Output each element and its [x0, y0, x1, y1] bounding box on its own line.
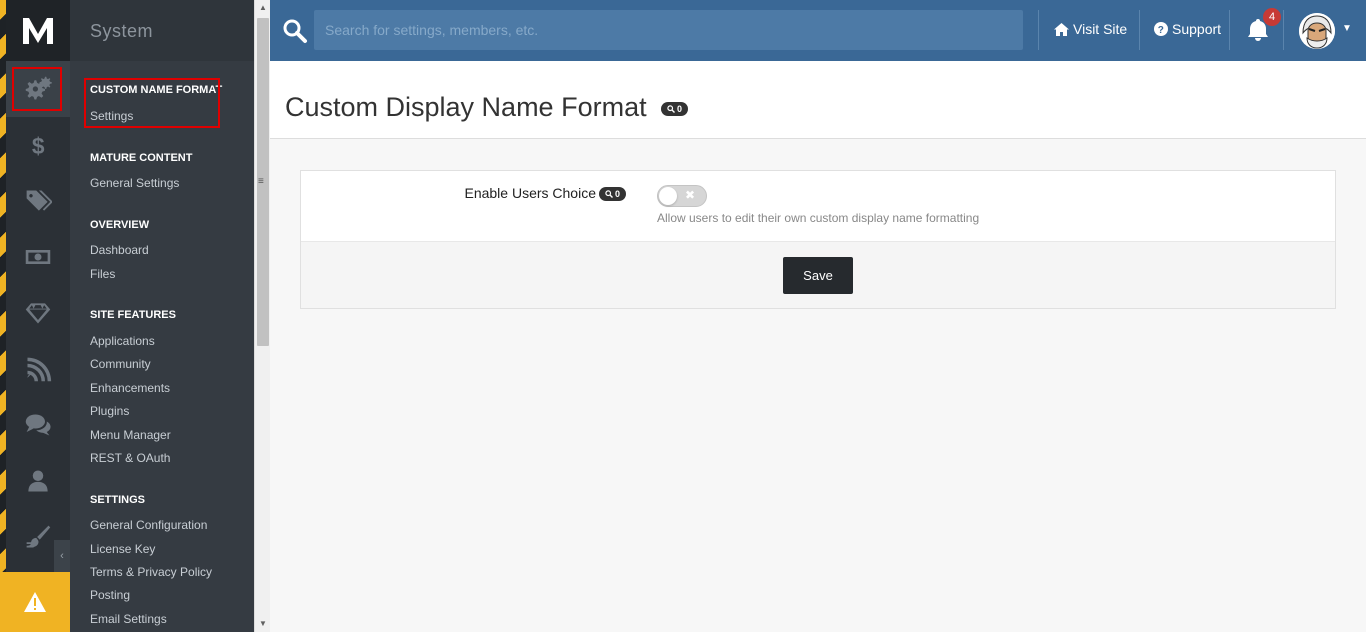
enable-users-choice-toggle[interactable]: ✖ [657, 185, 707, 207]
field-search-keywords-badge[interactable]: 0 [599, 187, 627, 201]
rail-feeds-button[interactable] [6, 341, 70, 397]
submenu-link-posting[interactable]: Posting [90, 588, 212, 602]
rail-commerce-button[interactable]: $ [6, 117, 70, 173]
icon-rail: $ ‹ [0, 0, 70, 632]
submenu-group-mature-content: Mature Content General Settings [70, 152, 192, 190]
scroll-up-arrow-icon[interactable]: ▲ [259, 3, 267, 12]
search-keywords-count: 0 [677, 104, 683, 114]
submenu-group-overview: Overview Dashboard Files [70, 219, 149, 281]
field-label: Enable Users Choice [464, 185, 596, 201]
submenu-link-rest-oauth[interactable]: REST & OAuth [90, 451, 176, 465]
app-logo[interactable] [6, 0, 70, 61]
submenu-panel: System Custom Name Format Settings Matur… [70, 0, 254, 632]
submenu-group-title: Overview [90, 219, 150, 231]
avatar-image [1299, 13, 1335, 49]
home-icon [1054, 22, 1069, 36]
rail-community-button[interactable] [6, 397, 70, 453]
submenu-link-general-configuration[interactable]: General Configuration [90, 518, 212, 532]
submenu-link-plugins[interactable]: Plugins [90, 404, 176, 418]
topbar-divider [1283, 10, 1284, 50]
submenu-group-site-features: Site Features Applications Community Enh… [70, 309, 176, 465]
settings-form: Enable Users Choice 0 ✖ Allow users to e… [300, 170, 1336, 309]
highlight-box-rail [12, 67, 62, 111]
form-row-enable-users-choice: Enable Users Choice 0 ✖ Allow users to e… [301, 171, 1335, 241]
support-link[interactable]: ? Support [1154, 21, 1221, 37]
highlight-box-submenu [84, 78, 220, 128]
warning-icon [24, 592, 46, 612]
form-footer: Save [301, 241, 1335, 308]
comments-icon [25, 414, 51, 436]
search-keywords-badge[interactable]: 0 [661, 102, 689, 116]
topbar-divider [1139, 10, 1140, 50]
tags-icon [26, 190, 52, 211]
submenu-link-applications[interactable]: Applications [90, 334, 176, 348]
diamond-icon [25, 303, 51, 324]
search-icon[interactable] [282, 18, 308, 44]
page-header: Custom Display Name Format 0 [270, 61, 1366, 139]
field-search-keywords-count: 0 [615, 189, 621, 199]
money-icon [25, 250, 51, 264]
submenu-link-license-key[interactable]: License Key [90, 542, 212, 556]
rail-premium-button[interactable] [6, 285, 70, 341]
submenu-title: System [70, 0, 254, 61]
avatar[interactable] [1299, 13, 1335, 49]
submenu-link-terms-privacy[interactable]: Terms & Privacy Policy [90, 565, 212, 579]
user-icon [28, 470, 48, 492]
question-circle-icon: ? [1154, 22, 1168, 36]
submenu-link-files[interactable]: Files [90, 267, 149, 281]
search-icon [605, 190, 613, 198]
resize-grip-icon[interactable]: ≡ [258, 176, 264, 187]
svg-text:$: $ [32, 133, 45, 159]
svg-text:?: ? [1158, 25, 1164, 36]
field-description: Allow users to edit their own custom dis… [657, 211, 980, 225]
dollar-icon: $ [32, 133, 45, 159]
submenu-link-email-settings[interactable]: Email Settings [90, 612, 212, 626]
search-icon [667, 105, 675, 113]
notification-count-badge: 4 [1263, 8, 1281, 26]
rail-members-button[interactable] [6, 453, 70, 509]
support-label: Support [1172, 21, 1222, 37]
topbar-divider [1229, 10, 1230, 50]
rail-alert-button[interactable] [0, 572, 70, 632]
rail-payments-button[interactable] [6, 229, 70, 285]
paintbrush-icon [26, 525, 51, 548]
visit-site-link[interactable]: Visit Site [1054, 21, 1127, 37]
rail-tags-button[interactable] [6, 173, 70, 229]
search-input[interactable] [314, 10, 1023, 50]
submenu-group-title: Mature Content [90, 152, 193, 164]
submenu-group-settings: Settings General Configuration License K… [70, 494, 212, 626]
save-button[interactable]: Save [783, 257, 853, 294]
submenu-link-community[interactable]: Community [90, 357, 176, 371]
submenu-link-general-settings[interactable]: General Settings [90, 176, 192, 190]
rss-icon [27, 357, 52, 382]
topbar-divider [1038, 10, 1039, 50]
scroll-down-arrow-icon[interactable]: ▼ [259, 619, 267, 628]
submenu-group-title: Settings [90, 494, 146, 506]
chevron-down-icon[interactable]: ▼ [1342, 23, 1352, 34]
top-bar: Visit Site ? Support 4 ▼ [270, 0, 1366, 61]
logo-icon [23, 17, 53, 44]
submenu-scrollbar[interactable]: ▲ ≡ ▼ [254, 0, 270, 632]
submenu-link-dashboard[interactable]: Dashboard [90, 243, 149, 257]
page-title: Custom Display Name Format [285, 92, 647, 122]
toggle-knob [659, 187, 677, 205]
submenu-link-enhancements[interactable]: Enhancements [90, 381, 176, 395]
collapse-menu-button[interactable]: ‹ [54, 540, 70, 572]
submenu-link-menu-manager[interactable]: Menu Manager [90, 428, 176, 442]
submenu-group-title: Site Features [90, 309, 176, 321]
visit-site-label: Visit Site [1073, 21, 1128, 37]
close-icon: ✖ [685, 188, 696, 202]
